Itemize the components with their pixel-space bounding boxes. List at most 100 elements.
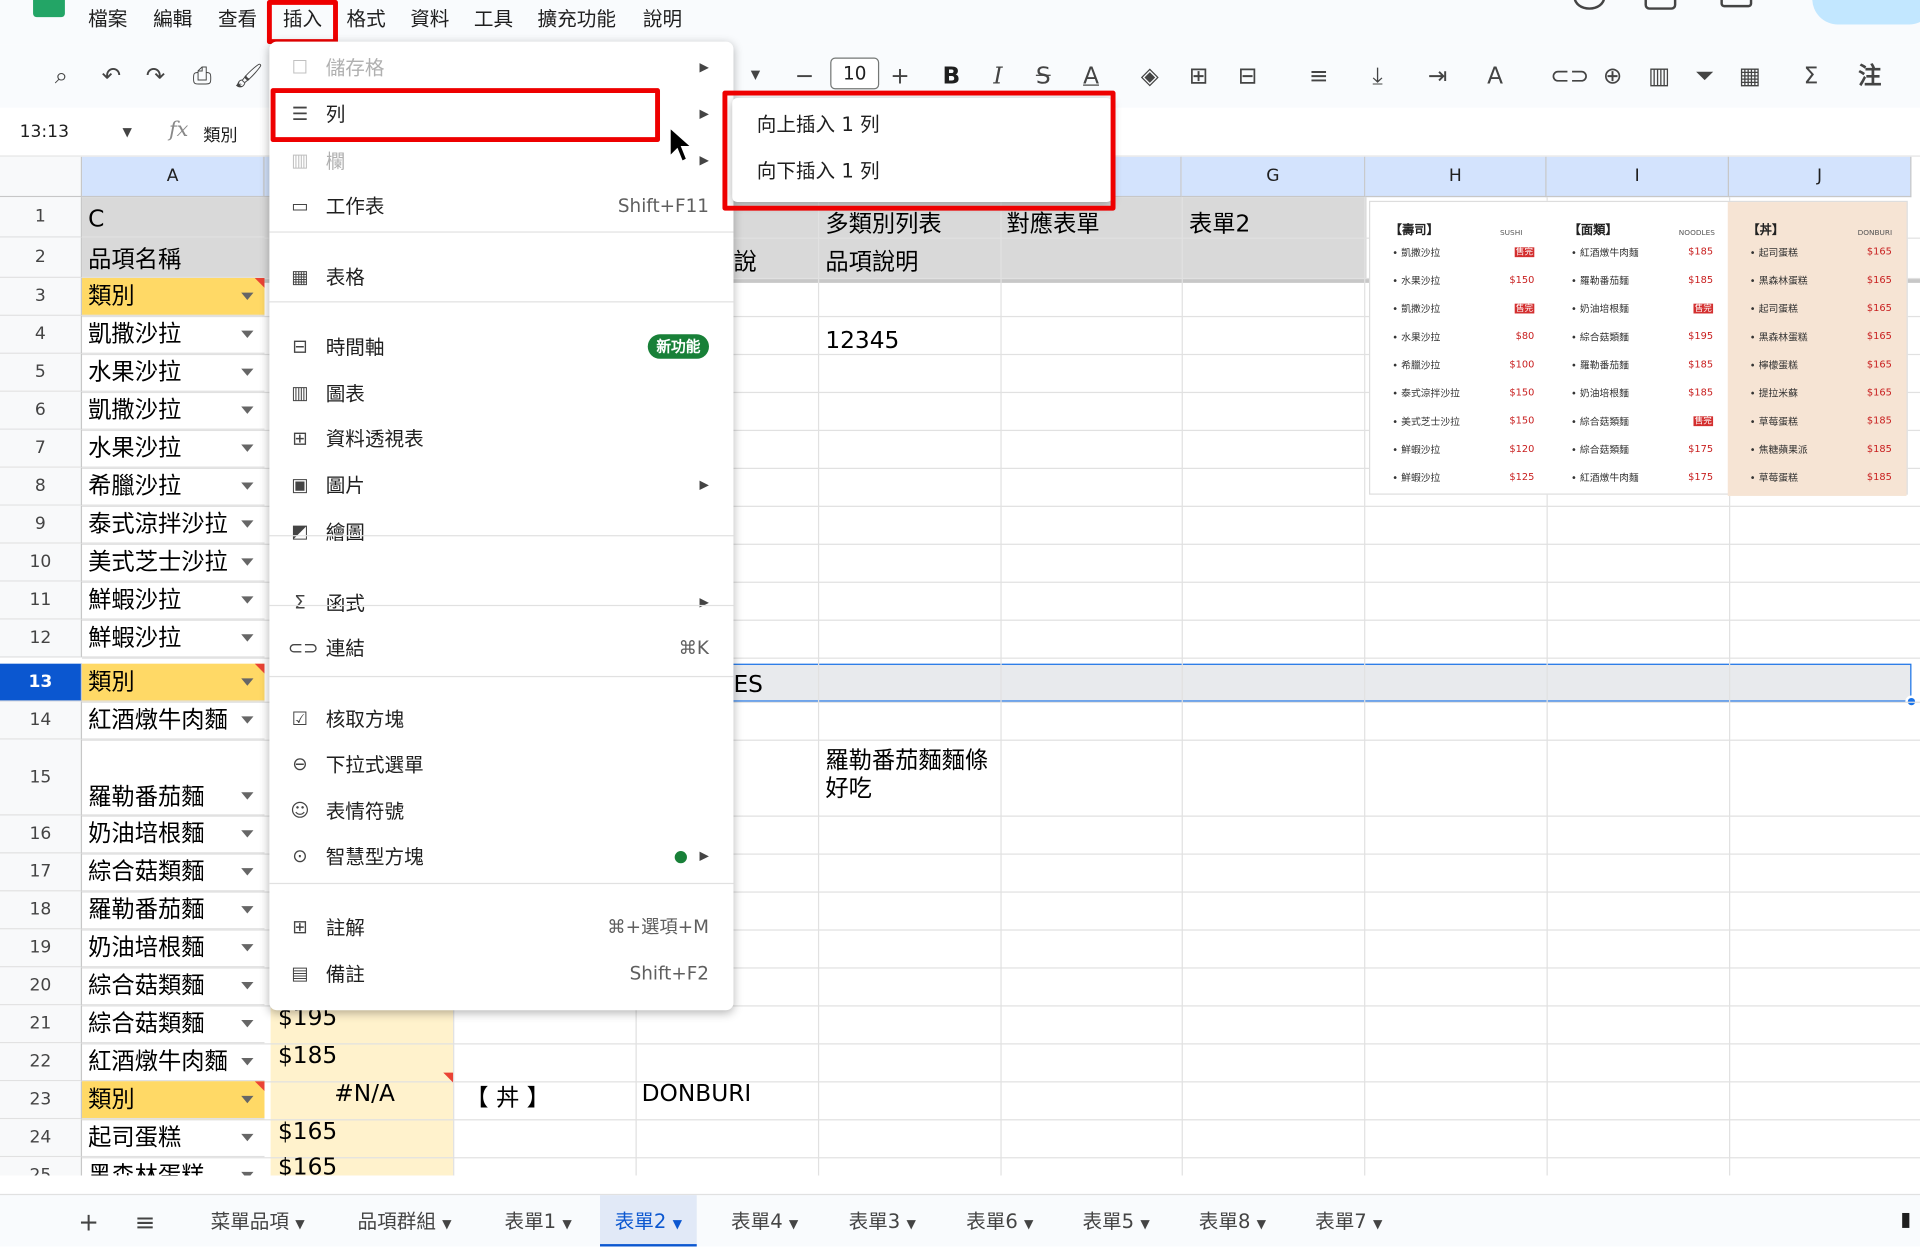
row-header-13[interactable]: 13	[0, 663, 83, 702]
dropdown-chevron-icon[interactable]	[241, 982, 254, 990]
dropdown-chevron-icon[interactable]	[241, 1133, 254, 1142]
bold-icon[interactable]: B	[936, 59, 968, 93]
category-dropdown-cell[interactable]: 起司蛋糕	[82, 1119, 265, 1158]
dropdown-chevron-icon[interactable]	[241, 482, 254, 490]
strikethrough-icon[interactable]: S	[1027, 59, 1059, 93]
search-icon[interactable]: ⌕	[45, 59, 77, 93]
sidebar-toggle-icon[interactable]: ▮	[1900, 1207, 1911, 1230]
category-dropdown-cell[interactable]: 黑森林蛋糕	[82, 1157, 264, 1176]
category-dropdown-cell[interactable]: 類別	[82, 277, 265, 316]
category-dropdown-cell[interactable]: 奶油培根麵	[82, 929, 265, 968]
category-dropdown-cell[interactable]: 水果沙拉	[82, 430, 265, 468]
insert-menu-item[interactable]: ⊟ 時間軸 新功能	[269, 324, 733, 369]
sheet-tab[interactable]: 表單3 ▼	[834, 1195, 931, 1246]
cell-a2[interactable]: 品項名稱	[82, 237, 265, 278]
category-dropdown-cell[interactable]: 綜合菇類麵	[82, 1005, 265, 1044]
wrap-icon[interactable]: ⇥	[1422, 59, 1454, 93]
rotate-icon[interactable]: A	[1479, 59, 1511, 93]
menu-help[interactable]: 說明	[638, 4, 687, 36]
tab-chevron-icon[interactable]: ▼	[1373, 1218, 1382, 1231]
dropdown-chevron-icon[interactable]	[241, 792, 254, 800]
tab-chevron-icon[interactable]: ▼	[1024, 1218, 1033, 1231]
insert-menu-item[interactable]: ▦ 表格	[269, 255, 733, 300]
sheet-tab[interactable]: 表單1 ▼	[490, 1195, 587, 1246]
sheets-logo-icon[interactable]	[33, 0, 65, 18]
align-icon[interactable]: ≡	[1303, 59, 1335, 93]
cell-g1[interactable]: 對應表單	[1007, 206, 1100, 239]
cell-f1[interactable]: 多類別列表	[825, 206, 941, 239]
text-color-icon[interactable]: A	[1075, 59, 1107, 93]
category-dropdown-cell[interactable]: 綜合菇類麵	[82, 967, 265, 1006]
cell-c23[interactable]: 【 丼 】	[465, 1080, 550, 1113]
cell-e13-partial[interactable]: ES	[733, 671, 762, 698]
column-header-h[interactable]: H	[1365, 156, 1547, 198]
name-box-chevron-icon[interactable]: ▼	[122, 126, 131, 139]
sheet-tab[interactable]: 表單8 ▼	[1184, 1195, 1281, 1246]
cell-b24[interactable]: $165	[278, 1118, 337, 1145]
merge-cells-icon[interactable]: ⊟	[1232, 59, 1264, 93]
cell-d23[interactable]: DONBURI	[642, 1080, 752, 1107]
row-header-19[interactable]: 19	[0, 929, 83, 968]
insert-menu-item[interactable]: ⊂⊃ 連結 ⌘K	[269, 626, 733, 671]
menu-edit[interactable]: 編輯	[148, 4, 197, 36]
dropdown-chevron-icon[interactable]	[241, 292, 254, 301]
insert-menu-item[interactable]: ⊖ 下拉式選單	[269, 742, 733, 787]
dropdown-chevron-icon[interactable]	[241, 520, 254, 528]
row-header-22[interactable]: 22	[0, 1043, 83, 1082]
cell-h1[interactable]: 表單2	[1189, 206, 1250, 239]
dropdown-chevron-icon[interactable]	[241, 330, 254, 338]
dropdown-chevron-icon[interactable]	[241, 944, 254, 952]
column-header-j[interactable]: J	[1728, 156, 1912, 198]
category-dropdown-cell[interactable]: 羅勒番茄麵	[82, 891, 265, 930]
font-increase-icon[interactable]: +	[884, 59, 916, 93]
more-icon[interactable]: 注	[1854, 59, 1886, 93]
column-header-a[interactable]: A	[82, 156, 265, 198]
insert-menu-item[interactable]: ▥ 圖表	[269, 371, 733, 416]
dropdown-chevron-icon[interactable]	[241, 1020, 254, 1028]
row-header-17[interactable]: 17	[0, 853, 83, 892]
menu-image[interactable]: 【壽司】 SUSHI • 凱撒沙拉 售完 • 水果沙拉 $150 • 凱撒沙拉 售完 • 水果沙…	[1368, 200, 1908, 496]
cell-e2-partial[interactable]: 說	[733, 244, 756, 277]
category-dropdown-cell[interactable]: 泰式涼拌沙拉	[82, 506, 265, 544]
font-decrease-icon[interactable]: −	[789, 59, 821, 93]
dropdown-chevron-icon[interactable]	[241, 1095, 254, 1104]
comment-toolbar-icon[interactable]: ⊕	[1597, 59, 1629, 93]
filter-icon[interactable]: ⏷	[1689, 59, 1721, 93]
functions-icon[interactable]: Σ	[1795, 59, 1827, 93]
category-dropdown-cell[interactable]: 奶油培根麵	[82, 816, 265, 854]
formula-input[interactable]: 類別	[203, 122, 237, 146]
category-dropdown-cell[interactable]: 紅酒燉牛肉麵	[82, 1043, 265, 1082]
dropdown-chevron-icon[interactable]	[241, 406, 254, 414]
link-toolbar-icon[interactable]: ⊂⊃	[1550, 59, 1589, 93]
tab-chevron-icon[interactable]: ▼	[562, 1218, 571, 1231]
column-header-g[interactable]: G	[1181, 156, 1366, 198]
cell-b23[interactable]: #N/A	[334, 1080, 395, 1107]
dropdown-chevron-icon[interactable]	[241, 716, 254, 724]
row-header-12[interactable]: 12	[0, 619, 83, 658]
cell-f15[interactable]: 羅勒番茄麵麵條好吃	[825, 747, 996, 803]
sheet-tab[interactable]: 菜單品項 ▼	[196, 1195, 319, 1246]
tab-chevron-icon[interactable]: ▼	[906, 1218, 915, 1231]
chart-toolbar-icon[interactable]: ▥	[1643, 59, 1675, 93]
category-dropdown-cell[interactable]: 凱撒沙拉	[82, 392, 265, 430]
name-box[interactable]: 13:13	[20, 122, 69, 142]
category-dropdown-cell[interactable]: 羅勒番茄麵	[82, 740, 265, 816]
row-header-15[interactable]: 15	[0, 739, 83, 816]
dropdown-chevron-icon[interactable]	[241, 830, 254, 838]
add-sheet-icon[interactable]: +	[78, 1207, 99, 1236]
menu-file[interactable]: 檔案	[83, 4, 132, 36]
insert-menu-item[interactable]: ⊞ 資料透視表	[269, 416, 733, 461]
cell-f2[interactable]: 品項說明	[825, 244, 918, 277]
insert-menu-item[interactable]: ▤ 備註 Shift+F2	[269, 951, 733, 996]
row-header-23[interactable]: 23	[0, 1081, 83, 1120]
category-dropdown-cell[interactable]: 水果沙拉	[82, 354, 265, 392]
insert-menu-item[interactable]: ▭ 工作表 Shift+F11	[269, 184, 733, 229]
tab-chevron-icon[interactable]: ▼	[295, 1218, 304, 1231]
insert-menu-item[interactable]: Σ 函式 ▶	[269, 580, 733, 625]
tab-chevron-icon[interactable]: ▼	[442, 1218, 451, 1231]
filter-views-icon[interactable]: ▦	[1734, 59, 1766, 93]
all-sheets-icon[interactable]: ≡	[135, 1207, 156, 1236]
undo-icon[interactable]: ↶	[96, 59, 128, 93]
font-size-input[interactable]: 10	[830, 57, 880, 90]
row-header-8[interactable]: 8	[0, 467, 83, 506]
